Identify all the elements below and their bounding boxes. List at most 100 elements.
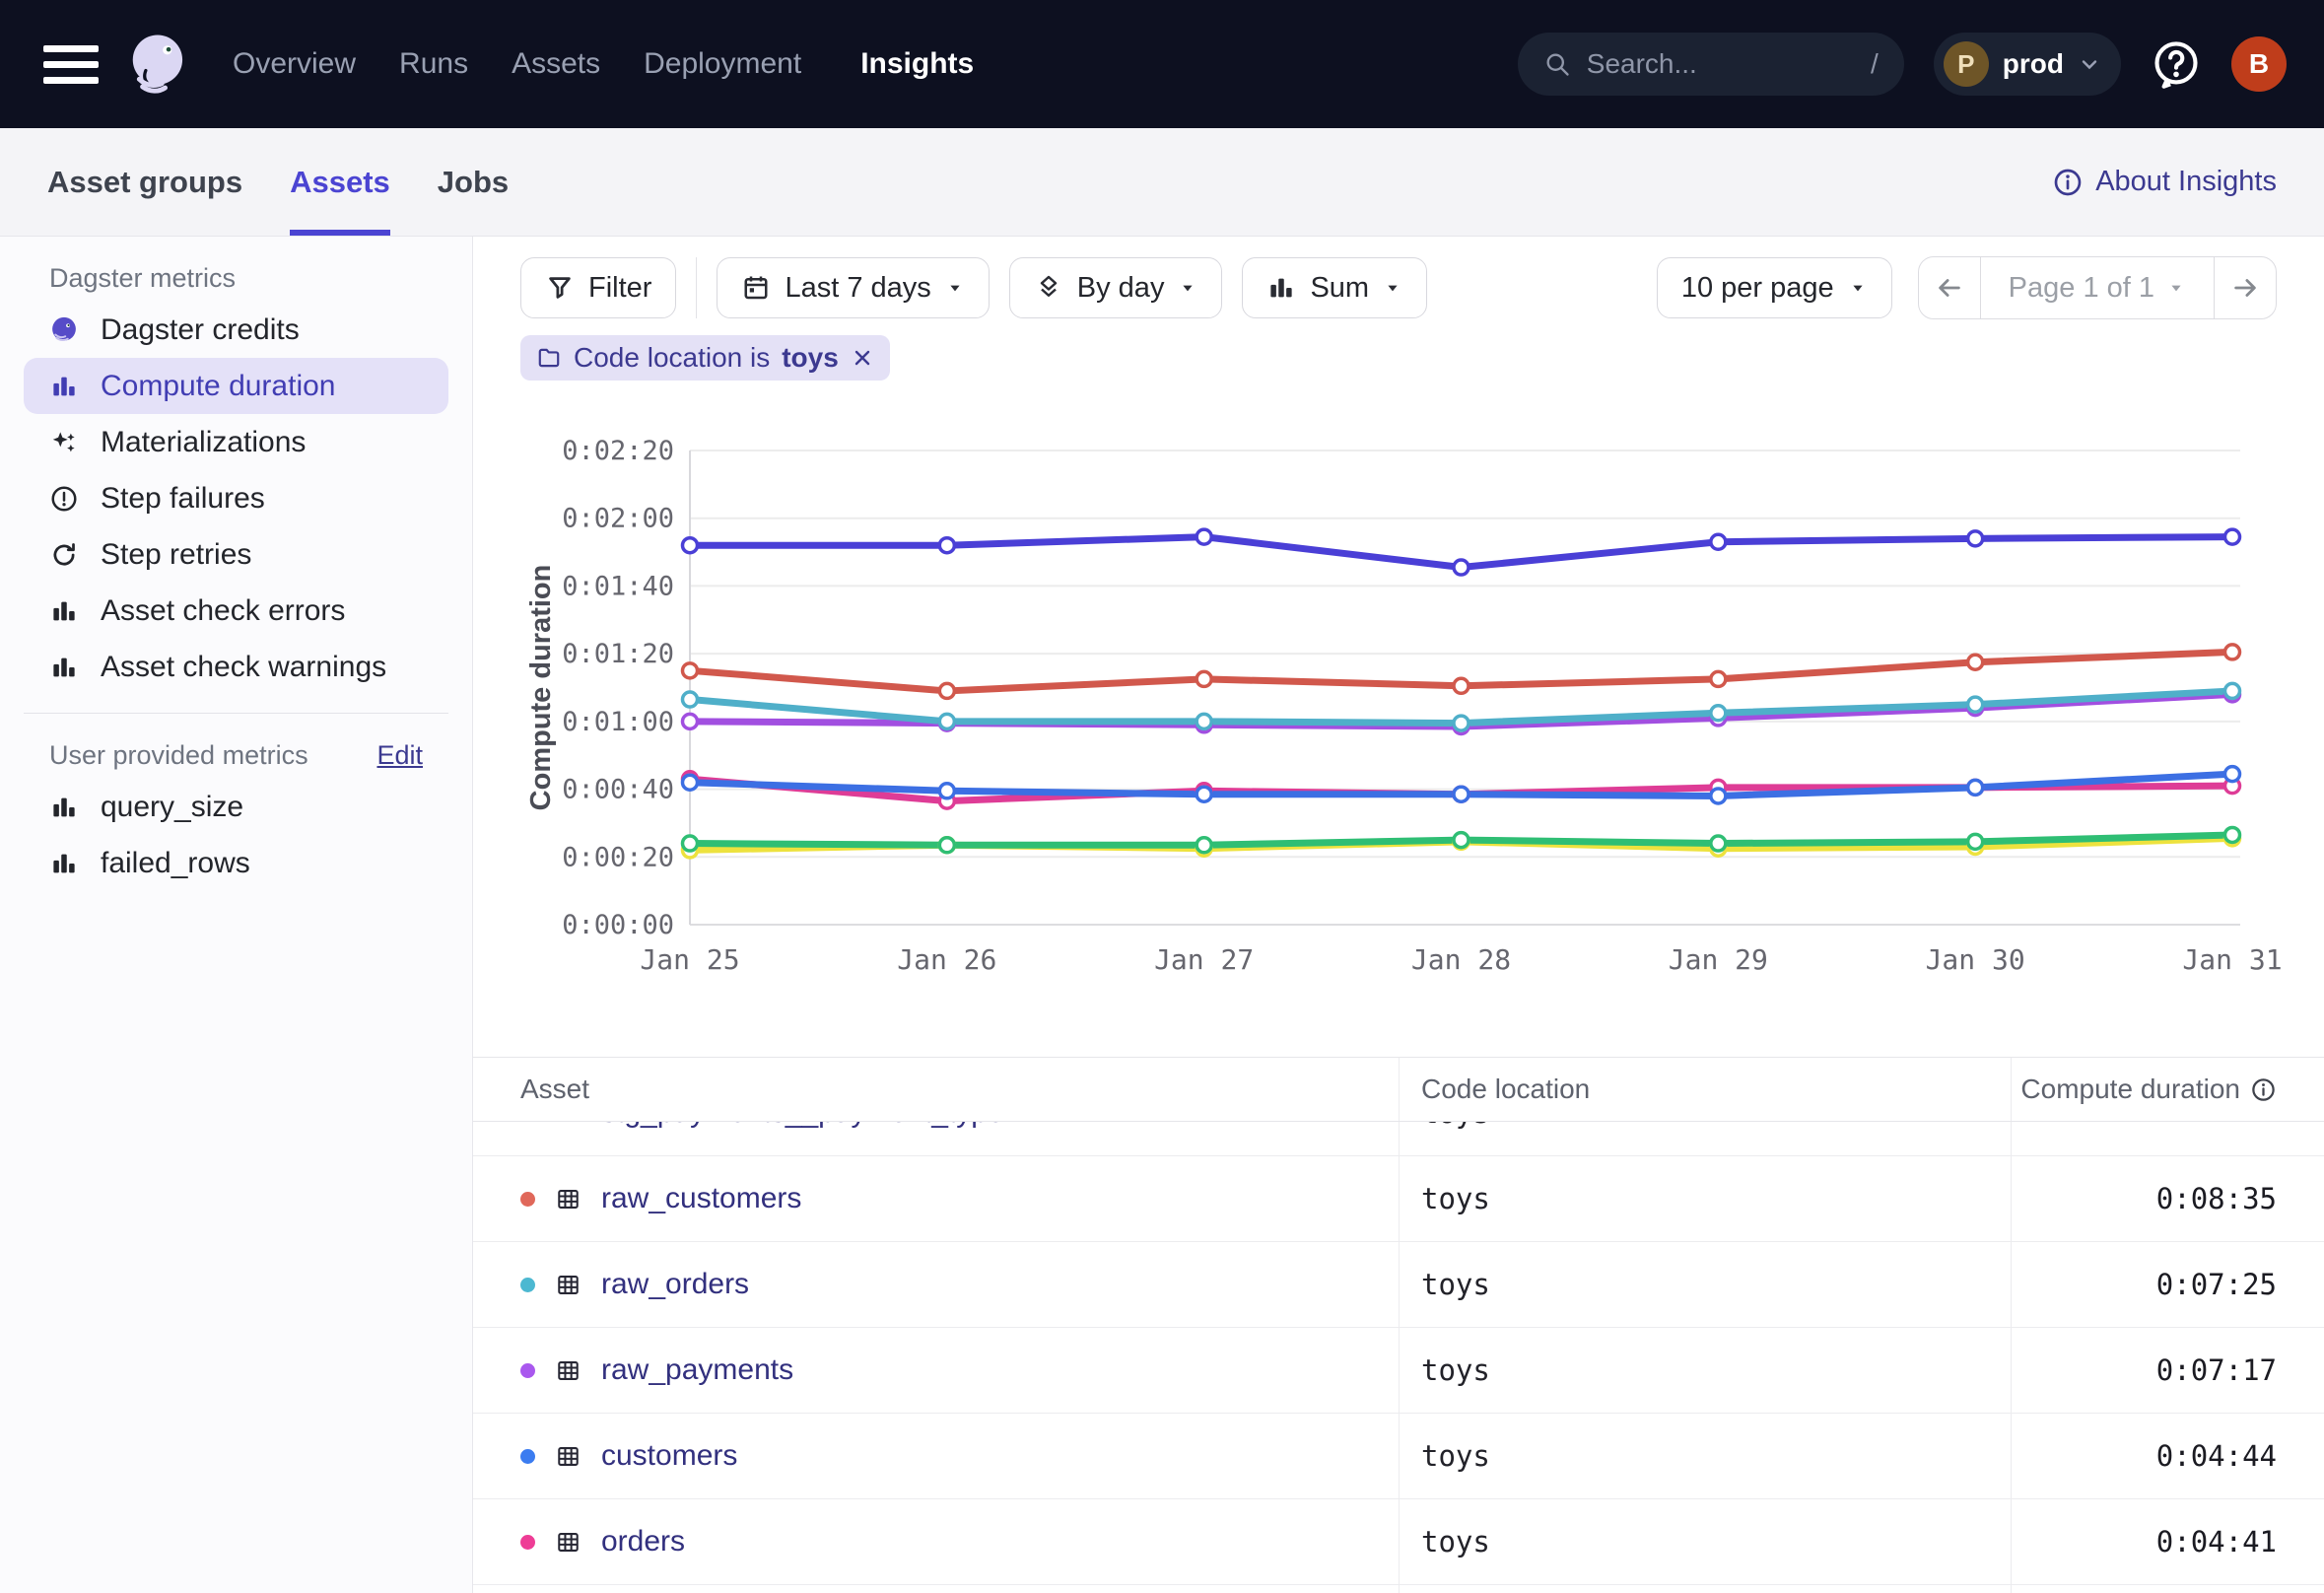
table-row-customers[interactable]: customerstoys0:04:44: [473, 1414, 2324, 1499]
table-grid-icon: [555, 1122, 581, 1126]
about-insights-link[interactable]: About Insights: [2052, 166, 2277, 198]
info-icon[interactable]: [2250, 1076, 2277, 1103]
code-location-value: toys: [1421, 1439, 1490, 1473]
asset-color-dot: [520, 1363, 535, 1378]
tab-assets[interactable]: Assets: [290, 128, 390, 236]
compute-duration-cell: 0:08:35: [2011, 1156, 2324, 1241]
asset-link[interactable]: stg_payments__payment_type: [601, 1122, 1004, 1130]
compute-duration-value: 0:07:17: [2156, 1353, 2277, 1387]
code-location-filter-chip[interactable]: Code location is toys: [520, 335, 890, 381]
filter-button[interactable]: Filter: [520, 257, 676, 318]
deployment-switcher[interactable]: P prod: [1934, 33, 2121, 96]
subnav-tabs: Asset groups Assets Jobs: [47, 128, 509, 236]
table-grid-icon: [555, 1186, 581, 1212]
sidebar-item-asset-check-errors[interactable]: Asset check errors: [24, 583, 448, 639]
column-header-code-location-label: Code location: [1421, 1074, 1590, 1105]
table-row-clipped[interactable]: stg_payments__payment_type toys: [473, 1122, 2324, 1155]
bar-chart-icon: [49, 653, 79, 682]
column-header-compute-duration[interactable]: Compute duration: [2011, 1058, 2324, 1121]
table-row-bottom-partial[interactable]: [473, 1585, 2324, 1593]
layers-icon: [1034, 273, 1063, 303]
search-box[interactable]: /: [1518, 33, 1904, 96]
toolbar-divider: [696, 257, 697, 318]
table-row-raw-orders[interactable]: raw_orderstoys0:07:25: [473, 1242, 2324, 1328]
asset-link[interactable]: orders: [601, 1525, 685, 1558]
nav-item-runs[interactable]: Runs: [399, 47, 468, 81]
caret-down-icon: [1178, 278, 1197, 298]
user-avatar[interactable]: B: [2231, 36, 2287, 92]
column-header-code-location[interactable]: Code location: [1399, 1058, 2011, 1121]
page-indicator[interactable]: Page 1 of 1: [1980, 257, 2215, 318]
sidebar-item-step-failures[interactable]: Step failures: [24, 470, 448, 526]
svg-text:0:01:20: 0:01:20: [562, 639, 674, 669]
nav-item-insights[interactable]: Insights: [860, 47, 974, 81]
sidebar-item-compute-duration[interactable]: Compute duration: [24, 358, 448, 414]
dagster-logo-icon[interactable]: [124, 30, 193, 99]
page-size-label: 10 per page: [1681, 272, 1834, 305]
sidebar-item-asset-check-warnings[interactable]: Asset check warnings: [24, 639, 448, 695]
caret-down-icon: [1848, 278, 1868, 298]
nav-item-assets[interactable]: Assets: [512, 47, 600, 81]
asset-link[interactable]: customers: [601, 1439, 737, 1473]
tab-jobs[interactable]: Jobs: [438, 128, 509, 236]
compute-duration-chart-container: 0:00:000:00:200:00:400:01:000:01:200:01:…: [473, 402, 2324, 999]
code-location-cell: [1399, 1585, 2011, 1593]
sidebar-item-materializations[interactable]: Materializations: [24, 414, 448, 470]
dropdown-last-7-days[interactable]: Last 7 days: [717, 257, 989, 318]
metrics-sidebar: Dagster metrics Dagster credits Compute du…: [0, 237, 473, 1593]
main-nav-links: Overview Runs Assets Deployment Insights: [233, 47, 974, 81]
code-location-cell: toys: [1399, 1122, 2011, 1155]
nav-item-deployment[interactable]: Deployment: [644, 47, 801, 81]
edit-link[interactable]: Edit: [376, 740, 423, 771]
bar-chart-icon: [49, 793, 79, 822]
search-input[interactable]: [1587, 48, 1855, 80]
compute-duration-cell: [2011, 1585, 2324, 1593]
svg-text:Jan 29: Jan 29: [1669, 943, 1768, 976]
chevron-down-icon: [2078, 52, 2101, 76]
compute-duration-cell: 0:07:17: [2011, 1328, 2324, 1413]
sidebar-item-label: Asset check errors: [101, 594, 345, 628]
hamburger-menu-icon[interactable]: [37, 39, 104, 90]
sidebar-item-failed-rows[interactable]: failed_rows: [24, 835, 448, 891]
svg-text:Jan 25: Jan 25: [640, 943, 739, 976]
tab-asset-groups[interactable]: Asset groups: [47, 128, 242, 236]
table-row-raw-payments[interactable]: raw_paymentstoys0:07:17: [473, 1328, 2324, 1414]
compute-duration-value: 0:08:35: [2156, 1182, 2277, 1215]
previous-page-button[interactable]: [1919, 257, 1980, 318]
sidebar-item-label: Step retries: [101, 538, 251, 572]
nav-item-overview[interactable]: Overview: [233, 47, 356, 81]
asset-color-dot: [520, 1535, 535, 1550]
sidebar-item-label: Dagster credits: [101, 313, 300, 347]
next-page-button[interactable]: [2215, 257, 2276, 318]
sidebar-item-query-size[interactable]: query_size: [24, 779, 448, 835]
sidebar-section-title: Dagster metrics: [0, 254, 472, 302]
asset-link[interactable]: raw_payments: [601, 1353, 793, 1387]
bar-chart-icon: [1266, 273, 1296, 303]
asset-link[interactable]: raw_customers: [601, 1182, 801, 1215]
caret-down-icon: [945, 278, 965, 298]
sidebar-item-step-retries[interactable]: Step retries: [24, 526, 448, 583]
calendar-icon: [741, 273, 771, 303]
insights-subnav: Asset groups Assets Jobs About Insights: [0, 128, 2324, 237]
help-icon[interactable]: [2151, 38, 2202, 90]
code-location-cell: toys: [1399, 1499, 2011, 1584]
close-icon[interactable]: [851, 346, 874, 370]
table-row-raw-customers[interactable]: raw_customerstoys0:08:35: [473, 1156, 2324, 1242]
column-header-asset[interactable]: Asset: [473, 1058, 1399, 1121]
sidebar-item-label: Asset check warnings: [101, 651, 386, 684]
sidebar-item-dagster-credits[interactable]: Dagster credits: [24, 302, 448, 358]
asset-link[interactable]: raw_orders: [601, 1268, 749, 1301]
svg-text:0:02:20: 0:02:20: [562, 436, 674, 466]
dropdown-sum[interactable]: Sum: [1242, 257, 1427, 318]
column-header-compute-duration-label: Compute duration: [2020, 1074, 2240, 1105]
alert-circle-icon: [49, 484, 79, 514]
table-header: Asset Code location Compute duration: [473, 1058, 2324, 1122]
dropdown-label: Sum: [1310, 272, 1369, 305]
page-indicator-label: Page 1 of 1: [2009, 272, 2154, 305]
asset-color-dot: [520, 1449, 535, 1464]
page-size-dropdown[interactable]: 10 per page: [1657, 257, 1892, 318]
dropdown-by-day[interactable]: By day: [1009, 257, 1223, 318]
asset-cell: raw_customers: [473, 1156, 1399, 1241]
table-row-orders[interactable]: orderstoys0:04:41: [473, 1499, 2324, 1585]
compute-duration-cell: [2011, 1122, 2324, 1155]
